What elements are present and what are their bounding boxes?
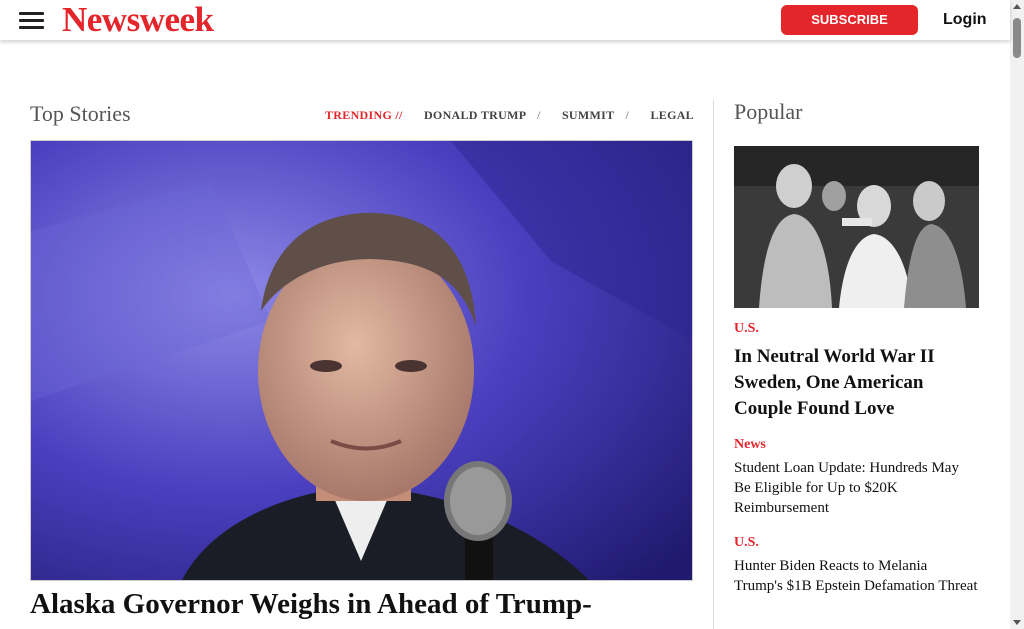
trending-label: TRENDING // <box>325 108 403 122</box>
popular-category[interactable]: News <box>734 437 766 453</box>
trending-link-donald-trump[interactable]: DONALD TRUMP <box>424 108 526 122</box>
trending-link-summit[interactable]: SUMMIT <box>562 108 614 122</box>
popular-story-image[interactable] <box>734 146 979 308</box>
scroll-thumb[interactable] <box>1013 18 1021 58</box>
trending-bar: TRENDING // DONALD TRUMP / SUMMIT / LEGA… <box>325 108 694 123</box>
page-scrollbar[interactable] <box>1010 0 1024 629</box>
popular-category[interactable]: U.S. <box>734 321 759 337</box>
scroll-down-icon[interactable] <box>1013 620 1021 625</box>
popular-category[interactable]: U.S. <box>734 535 759 551</box>
column-divider <box>713 100 714 629</box>
scroll-up-icon[interactable] <box>1013 4 1021 9</box>
popular-headline[interactable]: Student Loan Update: Hundreds May Be Eli… <box>734 458 979 518</box>
subscribe-button[interactable]: SUBSCRIBE <box>781 5 918 35</box>
popular-heading: Popular <box>734 99 803 124</box>
hero-headline[interactable]: Alaska Governor Weighs in Ahead of Trump… <box>30 588 705 621</box>
hero-image[interactable] <box>30 140 693 581</box>
trending-separator: / <box>625 108 630 122</box>
popular-headline[interactable]: Hunter Biden Reacts to Melania Trump's $… <box>734 556 979 596</box>
trending-link-legal[interactable]: LEGAL <box>650 108 694 122</box>
login-link[interactable]: Login <box>943 0 987 40</box>
site-header: Newsweek SUBSCRIBE Login <box>0 0 1010 40</box>
trending-separator: / <box>537 108 541 122</box>
top-stories-heading: Top Stories <box>30 101 131 126</box>
menu-icon[interactable] <box>19 11 44 31</box>
site-logo[interactable]: Newsweek <box>62 0 214 40</box>
popular-headline[interactable]: In Neutral World War II Sweden, One Amer… <box>734 344 979 422</box>
